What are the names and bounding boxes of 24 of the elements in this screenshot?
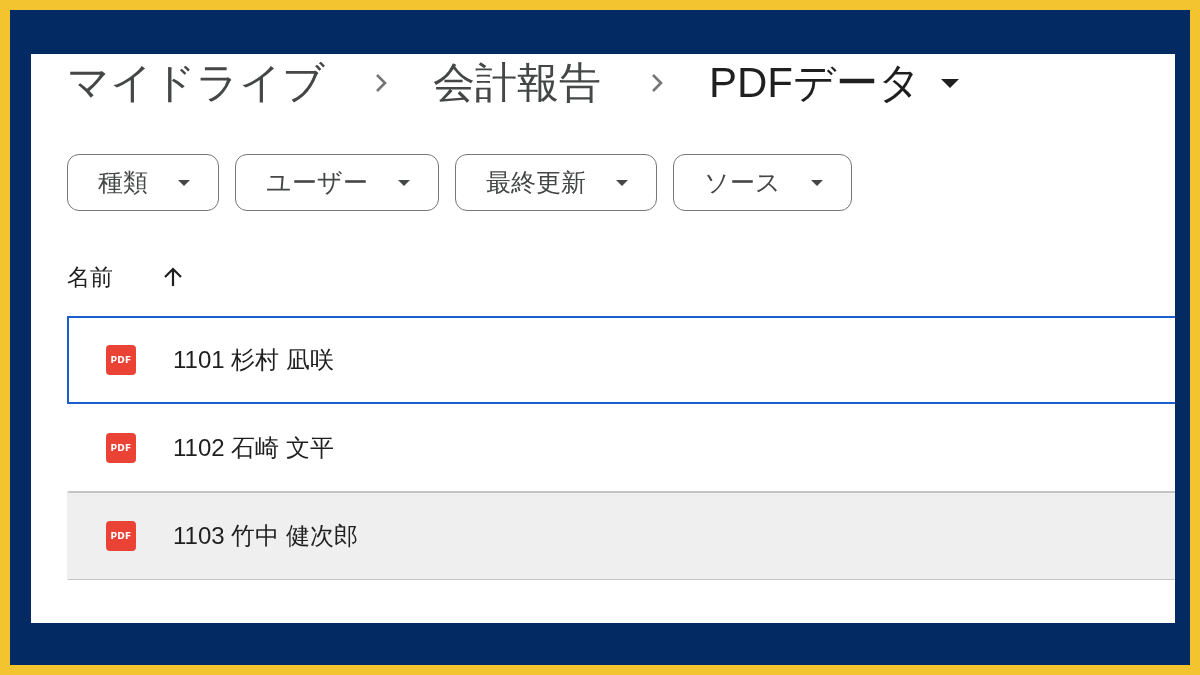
caret-down-icon bbox=[616, 179, 628, 186]
file-name: 1101 杉村 凪咲 bbox=[173, 345, 334, 375]
breadcrumb-link[interactable]: 会計報告 bbox=[433, 58, 601, 108]
filter-chip[interactable]: 種類 bbox=[67, 154, 219, 211]
file-name: 1102 石崎 文平 bbox=[173, 432, 334, 463]
caret-down-icon bbox=[178, 179, 190, 186]
chevron-right-icon bbox=[651, 73, 663, 93]
file-name: 1103 竹中 健次郎 bbox=[173, 521, 358, 551]
file-row[interactable]: PDF 1103 竹中 健次郎 bbox=[67, 492, 1175, 580]
caret-down-icon bbox=[811, 179, 823, 186]
column-header[interactable]: 名前 bbox=[67, 261, 113, 293]
pdf-file-icon: PDF bbox=[106, 432, 136, 463]
pdf-file-icon: PDF bbox=[106, 345, 136, 375]
filter-chip[interactable]: ソース bbox=[673, 154, 852, 211]
caret-down-icon bbox=[398, 179, 410, 186]
breadcrumb-link[interactable]: マイドライブ bbox=[67, 58, 325, 108]
pdf-file-icon: PDF bbox=[106, 521, 136, 551]
chevron-right-icon bbox=[375, 73, 387, 93]
file-row[interactable]: PDF 1101 杉村 凪咲 bbox=[67, 316, 1175, 404]
caret-down-icon[interactable] bbox=[941, 78, 959, 88]
filter-chip[interactable]: ユーザー bbox=[235, 154, 439, 211]
breadcrumb-link[interactable]: PDFデータ bbox=[709, 58, 921, 108]
arrow-up-icon[interactable] bbox=[163, 267, 183, 287]
filter-chip[interactable]: 最終更新 bbox=[455, 154, 657, 211]
